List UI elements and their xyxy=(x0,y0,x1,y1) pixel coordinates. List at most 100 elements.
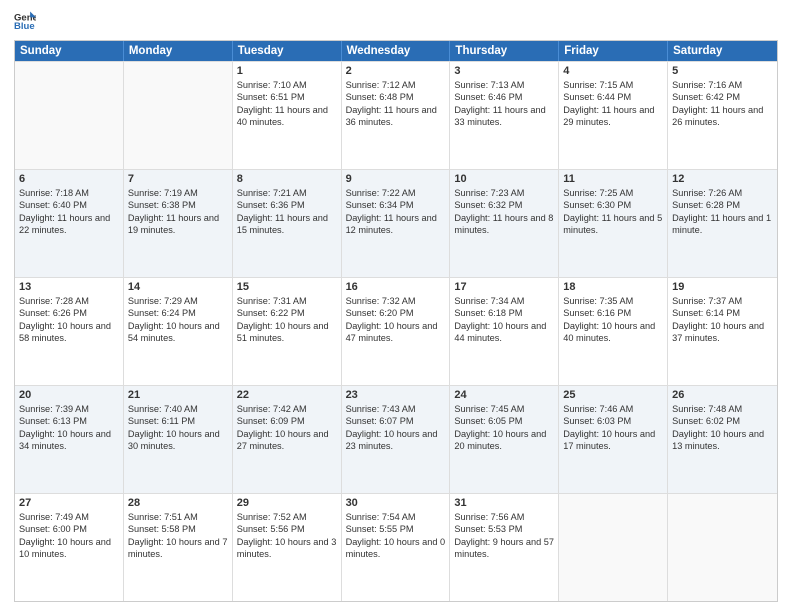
day-number: 22 xyxy=(237,389,337,401)
sunrise-text: Sunrise: 7:12 AM xyxy=(346,79,446,91)
daylight-text: Daylight: 11 hours and 1 minute. xyxy=(672,212,773,237)
sunset-text: Sunset: 6:02 PM xyxy=(672,415,773,427)
sunrise-text: Sunrise: 7:56 AM xyxy=(454,511,554,523)
daylight-text: Daylight: 11 hours and 12 minutes. xyxy=(346,212,446,237)
daylight-text: Daylight: 10 hours and 34 minutes. xyxy=(19,428,119,453)
daylight-text: Daylight: 10 hours and 51 minutes. xyxy=(237,320,337,345)
day-cell-13: 13Sunrise: 7:28 AMSunset: 6:26 PMDayligh… xyxy=(15,278,124,385)
page-header: General Blue xyxy=(14,10,778,32)
day-number: 29 xyxy=(237,497,337,509)
day-number: 31 xyxy=(454,497,554,509)
daylight-text: Daylight: 10 hours and 7 minutes. xyxy=(128,536,228,561)
sunrise-text: Sunrise: 7:16 AM xyxy=(672,79,773,91)
sunrise-text: Sunrise: 7:54 AM xyxy=(346,511,446,523)
day-cell-22: 22Sunrise: 7:42 AMSunset: 6:09 PMDayligh… xyxy=(233,386,342,493)
sunrise-text: Sunrise: 7:22 AM xyxy=(346,187,446,199)
day-number: 26 xyxy=(672,389,773,401)
sunset-text: Sunset: 5:58 PM xyxy=(128,523,228,535)
logo: General Blue xyxy=(14,10,40,32)
sunrise-text: Sunrise: 7:25 AM xyxy=(563,187,663,199)
day-cell-24: 24Sunrise: 7:45 AMSunset: 6:05 PMDayligh… xyxy=(450,386,559,493)
sunset-text: Sunset: 6:38 PM xyxy=(128,199,228,211)
daylight-text: Daylight: 10 hours and 3 minutes. xyxy=(237,536,337,561)
day-number: 24 xyxy=(454,389,554,401)
calendar-row-5: 27Sunrise: 7:49 AMSunset: 6:00 PMDayligh… xyxy=(15,493,777,601)
header-cell-saturday: Saturday xyxy=(668,41,777,61)
day-number: 19 xyxy=(672,281,773,293)
sunset-text: Sunset: 5:55 PM xyxy=(346,523,446,535)
day-cell-18: 18Sunrise: 7:35 AMSunset: 6:16 PMDayligh… xyxy=(559,278,668,385)
day-number: 30 xyxy=(346,497,446,509)
sunrise-text: Sunrise: 7:23 AM xyxy=(454,187,554,199)
daylight-text: Daylight: 10 hours and 10 minutes. xyxy=(19,536,119,561)
sunrise-text: Sunrise: 7:49 AM xyxy=(19,511,119,523)
sunset-text: Sunset: 6:26 PM xyxy=(19,307,119,319)
day-number: 23 xyxy=(346,389,446,401)
day-number: 9 xyxy=(346,173,446,185)
day-number: 2 xyxy=(346,65,446,77)
sunset-text: Sunset: 5:53 PM xyxy=(454,523,554,535)
day-number: 15 xyxy=(237,281,337,293)
daylight-text: Daylight: 11 hours and 40 minutes. xyxy=(237,104,337,129)
sunrise-text: Sunrise: 7:10 AM xyxy=(237,79,337,91)
day-number: 4 xyxy=(563,65,663,77)
daylight-text: Daylight: 10 hours and 20 minutes. xyxy=(454,428,554,453)
sunrise-text: Sunrise: 7:51 AM xyxy=(128,511,228,523)
day-cell-11: 11Sunrise: 7:25 AMSunset: 6:30 PMDayligh… xyxy=(559,170,668,277)
day-cell-2: 2Sunrise: 7:12 AMSunset: 6:48 PMDaylight… xyxy=(342,62,451,169)
sunrise-text: Sunrise: 7:18 AM xyxy=(19,187,119,199)
day-number: 8 xyxy=(237,173,337,185)
daylight-text: Daylight: 10 hours and 54 minutes. xyxy=(128,320,228,345)
sunrise-text: Sunrise: 7:29 AM xyxy=(128,295,228,307)
day-cell-15: 15Sunrise: 7:31 AMSunset: 6:22 PMDayligh… xyxy=(233,278,342,385)
daylight-text: Daylight: 10 hours and 23 minutes. xyxy=(346,428,446,453)
sunset-text: Sunset: 6:03 PM xyxy=(563,415,663,427)
header-cell-sunday: Sunday xyxy=(15,41,124,61)
daylight-text: Daylight: 11 hours and 22 minutes. xyxy=(19,212,119,237)
day-number: 6 xyxy=(19,173,119,185)
day-cell-5: 5Sunrise: 7:16 AMSunset: 6:42 PMDaylight… xyxy=(668,62,777,169)
day-number: 14 xyxy=(128,281,228,293)
day-cell-4: 4Sunrise: 7:15 AMSunset: 6:44 PMDaylight… xyxy=(559,62,668,169)
sunset-text: Sunset: 6:32 PM xyxy=(454,199,554,211)
day-cell-23: 23Sunrise: 7:43 AMSunset: 6:07 PMDayligh… xyxy=(342,386,451,493)
header-cell-wednesday: Wednesday xyxy=(342,41,451,61)
calendar-body: 1Sunrise: 7:10 AMSunset: 6:51 PMDaylight… xyxy=(15,61,777,601)
day-cell-16: 16Sunrise: 7:32 AMSunset: 6:20 PMDayligh… xyxy=(342,278,451,385)
sunrise-text: Sunrise: 7:46 AM xyxy=(563,403,663,415)
empty-cell xyxy=(15,62,124,169)
day-number: 11 xyxy=(563,173,663,185)
daylight-text: Daylight: 9 hours and 57 minutes. xyxy=(454,536,554,561)
daylight-text: Daylight: 10 hours and 13 minutes. xyxy=(672,428,773,453)
day-number: 27 xyxy=(19,497,119,509)
daylight-text: Daylight: 10 hours and 0 minutes. xyxy=(346,536,446,561)
daylight-text: Daylight: 11 hours and 19 minutes. xyxy=(128,212,228,237)
sunset-text: Sunset: 6:14 PM xyxy=(672,307,773,319)
sunrise-text: Sunrise: 7:13 AM xyxy=(454,79,554,91)
day-cell-1: 1Sunrise: 7:10 AMSunset: 6:51 PMDaylight… xyxy=(233,62,342,169)
sunset-text: Sunset: 5:56 PM xyxy=(237,523,337,535)
day-number: 13 xyxy=(19,281,119,293)
day-cell-17: 17Sunrise: 7:34 AMSunset: 6:18 PMDayligh… xyxy=(450,278,559,385)
sunset-text: Sunset: 6:34 PM xyxy=(346,199,446,211)
daylight-text: Daylight: 11 hours and 33 minutes. xyxy=(454,104,554,129)
day-number: 12 xyxy=(672,173,773,185)
logo-icon: General Blue xyxy=(14,10,36,32)
day-number: 18 xyxy=(563,281,663,293)
header-cell-friday: Friday xyxy=(559,41,668,61)
day-number: 20 xyxy=(19,389,119,401)
sunset-text: Sunset: 6:11 PM xyxy=(128,415,228,427)
day-number: 28 xyxy=(128,497,228,509)
day-cell-10: 10Sunrise: 7:23 AMSunset: 6:32 PMDayligh… xyxy=(450,170,559,277)
day-cell-8: 8Sunrise: 7:21 AMSunset: 6:36 PMDaylight… xyxy=(233,170,342,277)
sunrise-text: Sunrise: 7:19 AM xyxy=(128,187,228,199)
empty-cell xyxy=(559,494,668,601)
sunrise-text: Sunrise: 7:42 AM xyxy=(237,403,337,415)
day-cell-3: 3Sunrise: 7:13 AMSunset: 6:46 PMDaylight… xyxy=(450,62,559,169)
sunrise-text: Sunrise: 7:21 AM xyxy=(237,187,337,199)
daylight-text: Daylight: 10 hours and 40 minutes. xyxy=(563,320,663,345)
calendar-row-2: 6Sunrise: 7:18 AMSunset: 6:40 PMDaylight… xyxy=(15,169,777,277)
sunset-text: Sunset: 6:28 PM xyxy=(672,199,773,211)
day-number: 3 xyxy=(454,65,554,77)
sunset-text: Sunset: 6:07 PM xyxy=(346,415,446,427)
